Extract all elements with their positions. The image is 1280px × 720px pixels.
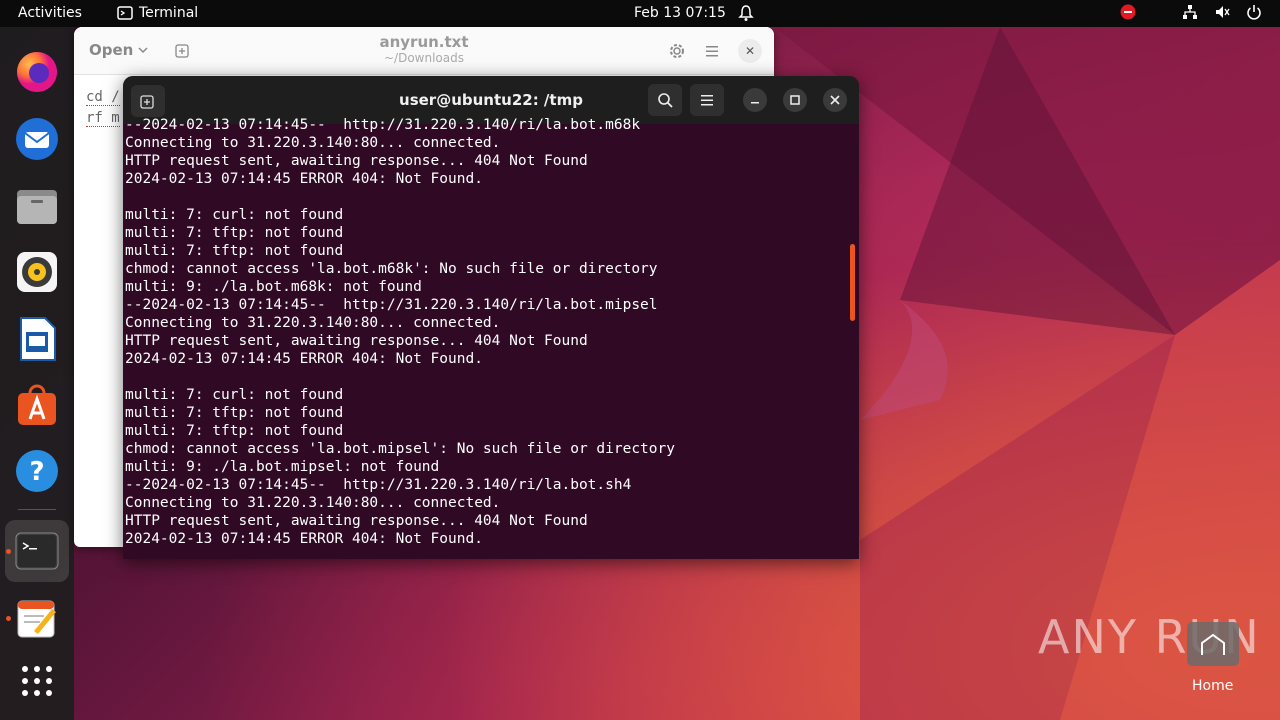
do-not-disturb-icon[interactable] [1120, 4, 1136, 20]
terminal-line: --2024-02-13 07:14:45-- http://31.220.3.… [125, 297, 658, 313]
terminal-line: Connecting to 31.220.3.140:80... connect… [125, 135, 501, 151]
text-editor-running-indicator [6, 616, 11, 621]
minimize-icon [751, 102, 759, 104]
clock[interactable]: Feb 13 07:15 [634, 5, 726, 21]
text-editor-icon[interactable] [13, 594, 61, 642]
terminal-line: multi: 9: ./la.bot.m68k: not found [125, 279, 422, 295]
terminal-icon[interactable] [13, 527, 61, 575]
system-tray[interactable] [1120, 4, 1262, 20]
terminal-line: multi: 7: tftp: not found [125, 225, 344, 241]
minimize-button[interactable] [743, 88, 767, 112]
terminal-window[interactable]: user@ubuntu22: /tmp --2024-02-13 07:14:4… [123, 76, 859, 559]
terminal-menu-button[interactable] [690, 84, 724, 116]
close-button[interactable] [823, 88, 847, 112]
writer-icon[interactable] [13, 315, 61, 363]
terminal-line: 2024-02-13 07:14:45 ERROR 404: Not Found… [125, 531, 483, 547]
thunderbird-icon[interactable] [13, 115, 61, 163]
editor-line: cd / [86, 89, 120, 106]
activities-button[interactable]: Activities [18, 5, 82, 21]
hamburger-menu-icon [701, 95, 713, 106]
rhythmbox-icon[interactable] [13, 248, 61, 296]
volume-icon[interactable] [1214, 4, 1230, 20]
top-bar: Activities Terminal Feb 13 07:15 [0, 0, 1280, 27]
maximize-button[interactable] [783, 88, 807, 112]
terminal-small-icon [117, 6, 133, 20]
search-icon [658, 93, 673, 108]
editor-line: rf m [86, 110, 120, 127]
terminal-line: HTTP request sent, awaiting response... … [125, 513, 588, 529]
terminal-line: Connecting to 31.220.3.140:80... connect… [125, 495, 501, 511]
dock-separator [18, 509, 56, 510]
dock: ? [0, 27, 74, 720]
terminal-line: multi: 9: ./la.bot.mipsel: not found [125, 459, 440, 475]
terminal-output[interactable]: --2024-02-13 07:14:45-- http://31.220.3.… [125, 116, 849, 548]
power-icon[interactable] [1246, 4, 1262, 20]
app-center-icon[interactable] [13, 381, 61, 429]
app-menu[interactable]: Terminal [117, 5, 198, 21]
firefox-icon[interactable] [13, 48, 61, 96]
network-icon[interactable] [1182, 4, 1198, 20]
svg-text:?: ? [29, 457, 44, 487]
terminal-line: multi: 7: curl: not found [125, 207, 344, 223]
terminal-line: chmod: cannot access 'la.bot.m68k': No s… [125, 261, 658, 277]
terminal-line: multi: 7: tftp: not found [125, 423, 344, 439]
terminal-line: --2024-02-13 07:14:45-- http://31.220.3.… [125, 477, 632, 493]
search-button[interactable] [648, 84, 682, 116]
terminal-line: multi: 7: tftp: not found [125, 243, 344, 259]
terminal-line: multi: 7: curl: not found [125, 387, 344, 403]
editor-close-button[interactable]: ✕ [738, 39, 762, 63]
maximize-icon [790, 95, 800, 105]
close-icon [830, 95, 840, 105]
settings-gear-icon[interactable] [668, 42, 686, 60]
terminal-line: HTTP request sent, awaiting response... … [125, 333, 588, 349]
app-name: Terminal [139, 5, 199, 21]
terminal-line: Connecting to 31.220.3.140:80... connect… [125, 315, 501, 331]
hamburger-menu-icon[interactable] [704, 44, 720, 58]
terminal-line: 2024-02-13 07:14:45 ERROR 404: Not Found… [125, 351, 483, 367]
terminal-line: 2024-02-13 07:14:45 ERROR 404: Not Found… [125, 171, 483, 187]
home-folder-label[interactable]: Home [1192, 678, 1233, 694]
editor-header-actions: ✕ [668, 39, 762, 63]
terminal-line: multi: 7: tftp: not found [125, 405, 344, 421]
editor-header: Open anyrun.txt ~/Downloads ✕ [74, 27, 774, 75]
help-icon[interactable]: ? [13, 447, 61, 495]
notification-bell-icon[interactable] [738, 4, 754, 22]
terminal-line: chmod: cannot access 'la.bot.mipsel': No… [125, 441, 675, 457]
files-icon[interactable] [13, 182, 61, 230]
home-folder-icon[interactable] [1186, 621, 1240, 667]
app-grid-icon[interactable] [13, 657, 61, 705]
terminal-line: HTTP request sent, awaiting response... … [125, 153, 588, 169]
terminal-line: --2024-02-13 07:14:45-- http://31.220.3.… [125, 117, 641, 133]
terminal-scrollbar[interactable] [850, 244, 855, 321]
terminal-running-indicator [6, 549, 11, 554]
